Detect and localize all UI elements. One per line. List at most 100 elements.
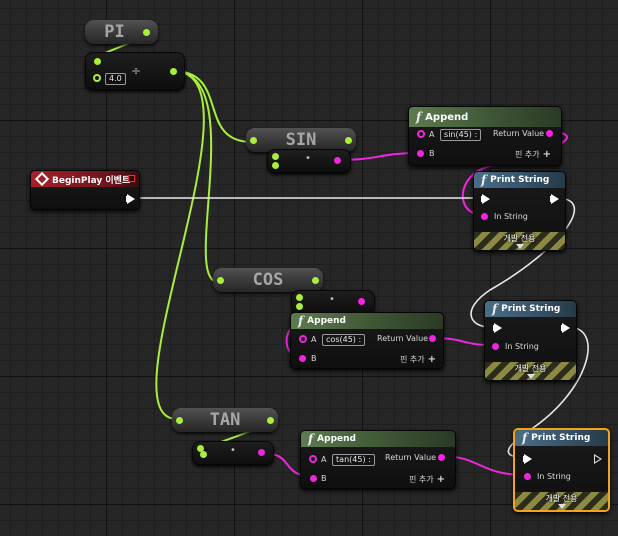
- append-tan-a-value[interactable]: tan(45) :: [332, 454, 375, 466]
- expand-arrow-icon[interactable]: [515, 244, 524, 249]
- divide-operator-symbol: ÷: [131, 64, 142, 78]
- multiply-sin-input-b-pin[interactable]: [272, 162, 279, 169]
- pi-label: PI: [104, 22, 125, 42]
- dev-only-label: 개발 전용: [545, 494, 578, 503]
- begin-play-exec-output-pin[interactable]: [126, 194, 135, 204]
- add-pin-button[interactable]: 핀 추가 +: [400, 354, 436, 365]
- print1-in-string-pin[interactable]: [481, 213, 488, 220]
- multiply-tan-output-pin[interactable]: [258, 449, 265, 456]
- return-value-label: Return Value: [377, 334, 429, 343]
- function-icon: f: [308, 432, 314, 446]
- function-icon: f: [416, 110, 422, 124]
- event-delegate-pin[interactable]: [128, 175, 135, 182]
- divide-b-value-field[interactable]: 4.0: [105, 73, 126, 85]
- print-string-title: Print String: [501, 304, 561, 314]
- pin-b-label: B: [321, 474, 327, 483]
- print2-exec-input-pin[interactable]: [493, 323, 502, 333]
- pin-a-label: A: [429, 130, 435, 139]
- multiply-cos-input-a-pin[interactable]: [296, 294, 303, 301]
- function-icon: f: [298, 314, 304, 328]
- print1-exec-input-pin[interactable]: [481, 194, 490, 204]
- append-title: Append: [425, 111, 469, 123]
- pin-b-label: B: [429, 149, 435, 158]
- multiply-cos-operator: •: [329, 294, 335, 305]
- return-value-label: Return Value: [385, 453, 437, 462]
- function-icon: f: [522, 431, 528, 445]
- print3-exec-input-pin[interactable]: [523, 454, 532, 464]
- append-cos-return-pin[interactable]: [429, 335, 436, 342]
- multiply-cos-output-pin[interactable]: [358, 298, 365, 305]
- append-cos-a-value[interactable]: cos(45) :: [322, 334, 366, 346]
- append-tan-pin-a[interactable]: [309, 455, 317, 463]
- print1-exec-output-pin[interactable]: [550, 194, 559, 204]
- begin-play-title: BeginPlay 이벤트: [52, 175, 131, 186]
- add-pin-button[interactable]: 핀 추가 +: [409, 474, 445, 485]
- cos-node[interactable]: COS: [213, 268, 323, 292]
- print-string-title: Print String: [531, 433, 591, 443]
- pin-b-label: B: [311, 354, 317, 363]
- print2-exec-output-pin[interactable]: [561, 323, 570, 333]
- append-header: f Append: [291, 313, 443, 329]
- event-diamond-icon: [34, 171, 50, 187]
- print-string-header: f Print String: [485, 301, 576, 317]
- append-tan-row-a: A tan(45) :: [321, 454, 375, 466]
- append-cos-pin-b[interactable]: [299, 355, 306, 362]
- divide-node[interactable]: 4.0 ÷: [85, 52, 185, 90]
- append-sin-pin-b[interactable]: [417, 150, 424, 157]
- print-string-node-2[interactable]: f Print String In String 개발 전용: [484, 300, 577, 381]
- append-node-cos[interactable]: f Append A cos(45) : B Return Value 핀 추가…: [290, 312, 444, 369]
- multiply-tan-input-b-pin[interactable]: [200, 451, 207, 458]
- add-pin-label: 핀 추가: [400, 355, 425, 364]
- divide-input-b-pin[interactable]: [93, 74, 101, 82]
- wire-divide-to-tan: [155, 70, 205, 420]
- cos-label: COS: [252, 270, 284, 290]
- append-node-sin[interactable]: f Append A sin(45) : B Return Value 핀 추가…: [408, 106, 562, 166]
- print-string-header: f Print String: [515, 430, 608, 446]
- multiply-node-cos[interactable]: •: [291, 290, 375, 314]
- divide-input-a-pin[interactable]: [94, 58, 101, 65]
- pin-a-label: A: [311, 335, 317, 344]
- in-string-label: In String: [505, 342, 539, 351]
- add-pin-button[interactable]: 핀 추가 +: [515, 149, 551, 160]
- print3-in-string-pin[interactable]: [524, 473, 531, 480]
- append-sin-row-a: A sin(45) :: [429, 129, 482, 141]
- tan-label: TAN: [209, 410, 241, 430]
- print2-in-string-pin[interactable]: [492, 343, 499, 350]
- multiply-node-sin[interactable]: •: [267, 149, 351, 173]
- tan-node[interactable]: TAN: [172, 408, 278, 432]
- print-string-node-3[interactable]: f Print String In String 개발 전용: [513, 428, 610, 512]
- pi-output-pin[interactable]: [143, 29, 150, 36]
- multiply-sin-output-pin[interactable]: [334, 157, 341, 164]
- append-sin-pin-a[interactable]: [417, 130, 425, 138]
- in-string-label: In String: [494, 212, 528, 221]
- return-value-label: Return Value: [493, 129, 545, 138]
- multiply-node-tan[interactable]: •: [192, 441, 274, 465]
- append-tan-pin-b[interactable]: [310, 475, 317, 482]
- multiply-sin-input-a-pin[interactable]: [272, 153, 279, 160]
- sin-label: SIN: [285, 130, 317, 150]
- append-sin-a-value[interactable]: sin(45) :: [440, 129, 482, 141]
- plus-icon: +: [427, 354, 437, 365]
- development-only-banner: 개발 전용: [515, 492, 608, 510]
- cos-output-pin[interactable]: [312, 277, 319, 284]
- pin-a-label: A: [321, 455, 327, 464]
- divide-output-pin[interactable]: [170, 68, 177, 75]
- expand-arrow-icon[interactable]: [557, 504, 566, 509]
- tan-output-pin[interactable]: [267, 417, 274, 424]
- multiply-tan-operator: •: [230, 445, 236, 456]
- print3-exec-output-pin[interactable]: [594, 454, 602, 464]
- append-title: Append: [317, 434, 356, 444]
- append-node-tan[interactable]: f Append A tan(45) : B Return Value 핀 추가…: [300, 430, 456, 489]
- expand-arrow-icon[interactable]: [526, 374, 535, 379]
- begin-play-event-node[interactable]: BeginPlay 이벤트: [30, 170, 140, 210]
- append-sin-return-pin[interactable]: [546, 130, 553, 137]
- function-icon: f: [492, 302, 498, 316]
- pi-node[interactable]: PI: [85, 20, 158, 44]
- plus-icon: +: [542, 149, 552, 160]
- print-string-node-1[interactable]: f Print String In String 개발 전용: [473, 171, 566, 251]
- multiply-cos-input-b-pin[interactable]: [296, 303, 303, 310]
- append-cos-pin-a[interactable]: [299, 335, 307, 343]
- sin-output-pin[interactable]: [345, 137, 352, 144]
- in-string-label: In String: [537, 472, 571, 481]
- append-tan-return-pin[interactable]: [438, 454, 445, 461]
